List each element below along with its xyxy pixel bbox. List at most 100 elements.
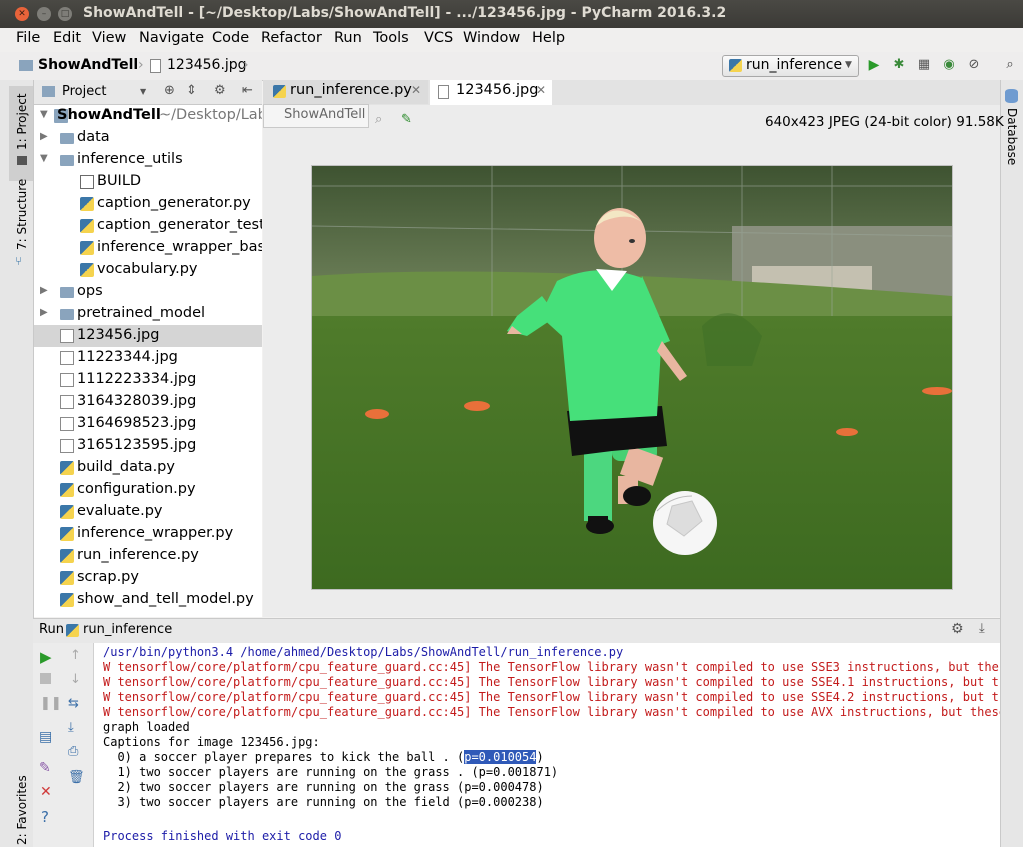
tree-item[interactable]: caption_generator.py: [34, 193, 262, 215]
menu-vcs[interactable]: VCS: [424, 30, 453, 46]
tree-item[interactable]: 11223344.jpg: [34, 347, 262, 369]
trash-icon[interactable]: 🗑: [68, 770, 85, 785]
project-panel-header: Project ▼ ⊕ ⇕ ⚙ ⇤: [34, 80, 262, 105]
scroll-down-icon[interactable]: ↓: [70, 672, 81, 687]
image-file-icon: [60, 351, 74, 365]
expand-arrow-icon[interactable]: ▼: [40, 109, 48, 120]
pause-icon[interactable]: ❚❚: [40, 696, 62, 711]
coverage-icon[interactable]: ▦: [916, 57, 932, 73]
tree-item[interactable]: scrap.py: [34, 567, 262, 589]
tree-item[interactable]: caption_generator_test.: [34, 215, 262, 237]
tree-item-label: ops: [77, 283, 103, 299]
close-tab-icon[interactable]: ✕: [411, 83, 421, 97]
menu-tools[interactable]: Tools: [373, 30, 409, 46]
tree-item[interactable]: configuration.py: [34, 479, 262, 501]
menu-window[interactable]: Window: [463, 30, 520, 46]
debug-icon[interactable]: ✱: [891, 57, 907, 73]
image-file-icon: [60, 439, 74, 453]
collapse-arrow-icon[interactable]: ▶: [40, 131, 48, 142]
tree-item[interactable]: 3164698523.jpg: [34, 413, 262, 435]
tree-item[interactable]: show_and_tell_model.py: [34, 589, 262, 611]
run-config-name[interactable]: run_inference: [83, 622, 172, 637]
view-dropdown-icon[interactable]: ▼: [140, 87, 146, 96]
collapse-arrow-icon[interactable]: ▶: [40, 285, 48, 296]
hide-panel-icon[interactable]: ⇤: [242, 83, 253, 98]
pin-icon[interactable]: ✎: [39, 760, 51, 776]
search-icon[interactable]: ⌕: [1002, 57, 1018, 73]
expand-arrow-icon[interactable]: ▼: [40, 153, 48, 164]
console-text: 3) two soccer players are running on the…: [103, 795, 544, 809]
minimize-window-button[interactable]: –: [37, 7, 51, 21]
tree-item-label: configuration.py: [77, 481, 196, 497]
hide-panel-icon[interactable]: ⤓: [979, 621, 985, 636]
menu-file[interactable]: File: [16, 30, 40, 46]
locate-icon[interactable]: ⊕: [164, 83, 175, 98]
menu-view[interactable]: View: [92, 30, 126, 46]
tree-item[interactable]: 3165123595.jpg: [34, 435, 262, 457]
tree-item-label: 123456.jpg: [77, 327, 160, 343]
python-file-icon: [60, 571, 74, 585]
gear-icon[interactable]: ⚙: [951, 621, 964, 637]
console-line: W tensorflow/core/platform/cpu_feature_g…: [103, 690, 1000, 704]
help-icon[interactable]: ?: [41, 808, 49, 826]
rerun-icon[interactable]: ▶: [40, 648, 52, 666]
tree-item[interactable]: 3164328039.jpg: [34, 391, 262, 413]
menu-refactor[interactable]: Refactor: [261, 30, 322, 46]
menu-code[interactable]: Code: [212, 30, 249, 46]
favorites-tool-tab[interactable]: 2: Favorites: [15, 775, 29, 845]
image-preview: [311, 165, 953, 590]
tree-item[interactable]: ▼ inference_utils: [34, 149, 262, 171]
tree-item[interactable]: 123456.jpg: [34, 325, 262, 347]
text-file-icon: [80, 175, 94, 189]
collapse-all-icon[interactable]: ⇕: [186, 83, 197, 98]
run-icon[interactable]: ▶: [866, 57, 882, 73]
print-icon[interactable]: ⎙: [68, 744, 78, 759]
collapse-arrow-icon[interactable]: ▶: [40, 307, 48, 318]
profile-icon[interactable]: ◉: [941, 57, 957, 73]
project-tool-tab[interactable]: 1: Project: [15, 93, 29, 150]
tree-item[interactable]: inference_wrapper_base: [34, 237, 262, 259]
database-tool-tab[interactable]: Database: [1005, 108, 1019, 165]
color-picker-icon[interactable]: ✎: [401, 112, 412, 127]
breadcrumb-file[interactable]: 123456.jpg: [167, 57, 247, 73]
breadcrumb-project[interactable]: ShowAndTell: [38, 57, 138, 73]
zoom-icon[interactable]: ⌕: [375, 112, 382, 127]
tree-item[interactable]: build_data.py: [34, 457, 262, 479]
maximize-window-button[interactable]: □: [58, 7, 72, 21]
layout-icon[interactable]: ▤: [39, 729, 52, 745]
close-window-button[interactable]: ✕: [15, 7, 29, 21]
scroll-to-end-icon[interactable]: ⤓: [68, 720, 74, 735]
tree-item[interactable]: 1112223334.jpg: [34, 369, 262, 391]
stop-icon[interactable]: ⊘: [966, 57, 982, 73]
tree-item[interactable]: ▶ ops: [34, 281, 262, 303]
tree-item[interactable]: ▶ data: [34, 127, 262, 149]
structure-tool-tab[interactable]: 7: Structure: [15, 179, 29, 250]
python-file-icon: [80, 219, 94, 233]
tree-item[interactable]: vocabulary.py: [34, 259, 262, 281]
menu-edit[interactable]: Edit: [53, 30, 81, 46]
menu-navigate[interactable]: Navigate: [139, 30, 204, 46]
gear-icon[interactable]: ⚙: [214, 83, 226, 98]
run-config-dropdown[interactable]: run_inference ▼: [722, 55, 859, 77]
console-output[interactable]: /usr/bin/python3.4 /home/ahmed/Desktop/L…: [94, 643, 1000, 847]
menu-help[interactable]: Help: [532, 30, 565, 46]
close-icon[interactable]: ✕: [40, 784, 52, 800]
close-tab-icon[interactable]: ✕: [536, 83, 546, 97]
menu-run[interactable]: Run: [334, 30, 362, 46]
navigation-bar: ShowAndTell › 123456.jpg › run_inference…: [0, 52, 1023, 81]
run-config-label: run_inference: [746, 57, 843, 73]
tree-item[interactable]: run_inference.py: [34, 545, 262, 567]
tab-label: run_inference.py: [290, 82, 412, 98]
project-view-selector[interactable]: Project: [62, 84, 106, 99]
tree-item[interactable]: inference_wrapper.py: [34, 523, 262, 545]
tab-run-inference[interactable]: run_inference.py ✕: [263, 80, 428, 104]
tree-item[interactable]: ▶ pretrained_model: [34, 303, 262, 325]
tree-item[interactable]: BUILD: [34, 171, 262, 193]
tree-root[interactable]: ▼ ShowAndTell ~/Desktop/Labs/ShowAndTell: [34, 105, 262, 127]
scroll-up-icon[interactable]: ↑: [70, 648, 81, 663]
tree-item-label: build_data.py: [77, 459, 175, 475]
tree-item[interactable]: evaluate.py: [34, 501, 262, 523]
soft-wrap-icon[interactable]: ⇆: [68, 696, 79, 711]
stop-icon[interactable]: [40, 673, 51, 684]
tab-123456-jpg[interactable]: 123456.jpg ✕: [430, 80, 552, 106]
